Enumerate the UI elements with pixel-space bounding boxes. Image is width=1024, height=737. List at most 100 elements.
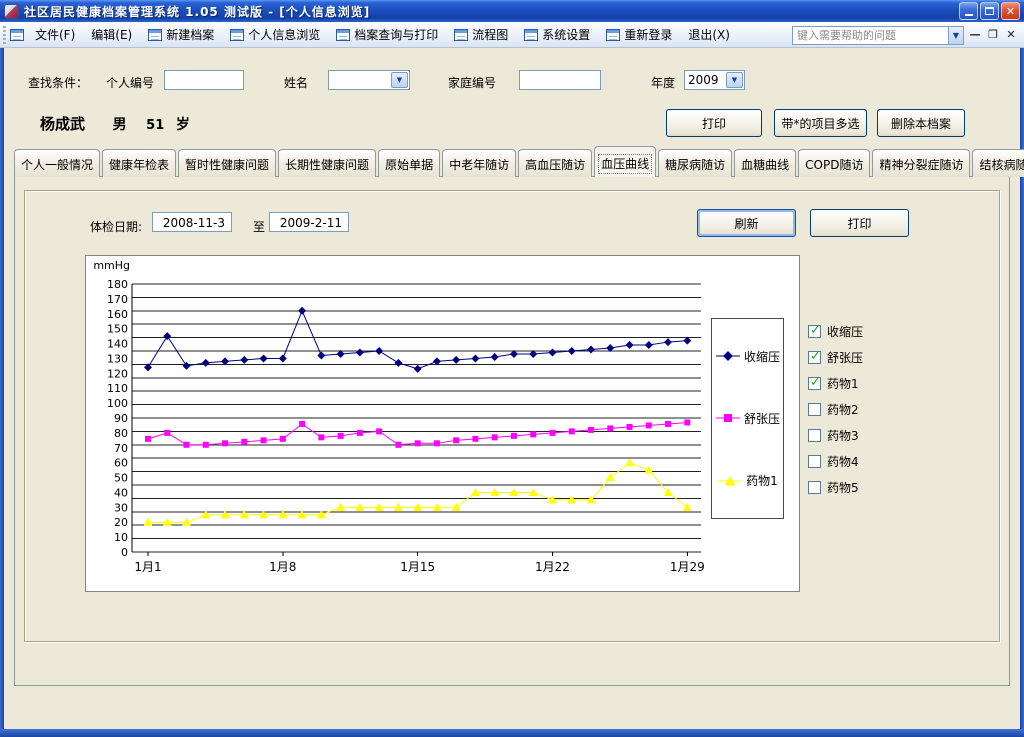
checkbox[interactable] xyxy=(808,429,821,442)
tab-0[interactable]: 个人一般情况 xyxy=(14,149,100,177)
minimize-icon xyxy=(965,14,973,16)
menu-item-label: 系统设置 xyxy=(542,26,590,43)
checkbox[interactable] xyxy=(808,403,821,416)
tab-8[interactable]: 糖尿病随访 xyxy=(658,149,732,177)
tab-label: 原始单据 xyxy=(385,158,433,172)
tab-3[interactable]: 长期性健康问题 xyxy=(278,149,376,177)
print-button[interactable]: 打印 xyxy=(666,109,762,137)
menu-item-1[interactable]: 编辑(E) xyxy=(84,22,139,47)
svg-text:130: 130 xyxy=(107,352,128,365)
menu-item-5[interactable]: 流程图 xyxy=(447,22,515,47)
search-criteria-label: 查找条件： xyxy=(28,74,88,91)
menu-item-4[interactable]: 档案查询与打印 xyxy=(329,22,445,47)
help-search-input[interactable] xyxy=(793,27,948,44)
name-label: 姓名 xyxy=(284,74,308,91)
check-icon: ✓ xyxy=(810,323,821,338)
menu-item-7[interactable]: 重新登录 xyxy=(599,22,679,47)
svg-text:70: 70 xyxy=(114,442,128,455)
date-to-label: 至 xyxy=(253,218,265,235)
patient-gender: 男 xyxy=(113,117,127,133)
tab-label: 健康年检表 xyxy=(109,158,169,172)
tab-7[interactable]: 血压曲线 xyxy=(594,146,656,177)
chart-legend: 收缩压 舒张压 药物1 xyxy=(711,318,784,519)
menu-item-3[interactable]: 个人信息浏览 xyxy=(223,22,327,47)
checkbox[interactable]: ✓ xyxy=(808,325,821,338)
menu-item-0[interactable]: 文件(F) xyxy=(28,22,82,47)
menu-item-label: 流程图 xyxy=(472,26,508,43)
series-checkbox-row-1: ✓ 舒张压 xyxy=(808,344,863,370)
chart-print-button[interactable]: 打印 xyxy=(810,209,909,237)
patient-info: 杨成武 男 51 岁 xyxy=(40,113,190,134)
tab-4[interactable]: 原始单据 xyxy=(378,149,440,177)
tab-label: 血糖曲线 xyxy=(741,158,789,172)
checkbox-label: 药物1 xyxy=(827,375,859,392)
menu-items: 文件(F)编辑(E)新建档案 个人信息浏览 档案查询与打印 流程图 系统设置 重新登录退出… xyxy=(28,22,737,47)
application-window: 社区居民健康档案管理系统 1.05 测试版 - [个人信息浏览] ✕ 文件(F)… xyxy=(0,0,1024,737)
svg-text:1月15: 1月15 xyxy=(400,560,435,574)
family-id-input[interactable] xyxy=(519,70,601,90)
child-close-button[interactable]: ✕ xyxy=(1004,27,1018,42)
tab-9[interactable]: 血糖曲线 xyxy=(734,149,796,177)
svg-text:150: 150 xyxy=(107,323,128,336)
checkbox[interactable] xyxy=(808,481,821,494)
toolbar-grip[interactable] xyxy=(3,26,6,44)
maximize-button[interactable] xyxy=(980,2,999,20)
tab-label: 个人一般情况 xyxy=(21,158,93,172)
series-checkbox-row-5: 药物4 xyxy=(808,448,863,474)
tab-5[interactable]: 中老年随访 xyxy=(442,149,516,177)
chevron-down-icon[interactable]: ▼ xyxy=(726,72,743,88)
square-marker-icon xyxy=(715,412,741,424)
tab-11[interactable]: 精神分裂症随访 xyxy=(872,149,970,177)
form-icon xyxy=(524,29,538,41)
menu-item-2[interactable]: 新建档案 xyxy=(141,22,221,47)
form-icon xyxy=(454,29,468,41)
tab-label: 血压曲线 xyxy=(601,157,649,171)
menu-bar: 文件(F)编辑(E)新建档案 个人信息浏览 档案查询与打印 流程图 系统设置 重新登录退出… xyxy=(0,22,1024,48)
date-from-input[interactable]: 2008-11-3 xyxy=(152,212,232,232)
menu-item-label: 重新登录 xyxy=(624,26,672,43)
child-restore-button[interactable]: ❐ xyxy=(986,27,1000,42)
series-checkbox-row-2: ✓ 药物1 xyxy=(808,370,863,396)
name-combobox[interactable]: ▼ xyxy=(328,70,410,90)
chevron-down-icon[interactable]: ▼ xyxy=(391,72,408,88)
svg-text:20: 20 xyxy=(114,516,128,529)
tab-label: COPD随访 xyxy=(805,158,863,172)
date-to-input[interactable]: 2009-2-11 xyxy=(269,212,349,232)
refresh-button[interactable]: 刷新 xyxy=(697,209,796,237)
help-search-box: ▼ xyxy=(792,26,964,45)
tab-10[interactable]: COPD随访 xyxy=(798,149,870,177)
series-checkbox-row-4: 药物3 xyxy=(808,422,863,448)
title-bar[interactable]: 社区居民健康档案管理系统 1.05 测试版 - [个人信息浏览] ✕ xyxy=(0,0,1024,22)
svg-text:mmHg: mmHg xyxy=(93,259,130,272)
year-combobox-value: 2009 xyxy=(685,71,725,89)
menu-item-label: 退出(X) xyxy=(688,26,730,43)
tab-1[interactable]: 健康年检表 xyxy=(102,149,176,177)
year-combobox[interactable]: 2009 ▼ xyxy=(684,70,745,90)
checkbox[interactable]: ✓ xyxy=(808,377,821,390)
child-minimize-button[interactable]: — xyxy=(968,27,982,42)
menu-item-label: 个人信息浏览 xyxy=(248,26,320,43)
menu-item-label: 档案查询与打印 xyxy=(354,26,438,43)
personal-id-input[interactable] xyxy=(164,70,244,90)
menu-item-8[interactable]: 退出(X) xyxy=(681,22,737,47)
checkbox[interactable] xyxy=(808,455,821,468)
checkbox-label: 药物5 xyxy=(827,479,859,496)
multi-select-button[interactable]: 带*的项目多选 xyxy=(774,109,867,137)
patient-age-unit: 岁 xyxy=(176,117,190,133)
delete-record-button[interactable]: 删除本档案 xyxy=(877,109,965,137)
tab-12[interactable]: 结核病随访 xyxy=(972,149,1024,177)
svg-text:60: 60 xyxy=(114,457,128,470)
svg-text:140: 140 xyxy=(107,338,128,351)
help-dropdown-arrow-icon[interactable]: ▼ xyxy=(948,27,963,44)
close-button[interactable]: ✕ xyxy=(1001,2,1020,20)
tab-label: 中老年随访 xyxy=(449,158,509,172)
tab-2[interactable]: 暂时性健康问题 xyxy=(178,149,276,177)
minimize-button[interactable] xyxy=(959,2,978,20)
menu-item-6[interactable]: 系统设置 xyxy=(517,22,597,47)
checkbox[interactable]: ✓ xyxy=(808,351,821,364)
tab-6[interactable]: 高血压随访 xyxy=(518,149,592,177)
diamond-marker-icon xyxy=(715,350,741,362)
checkbox-label: 舒张压 xyxy=(827,349,863,366)
svg-text:10: 10 xyxy=(114,531,128,544)
family-id-label: 家庭编号 xyxy=(448,74,496,91)
